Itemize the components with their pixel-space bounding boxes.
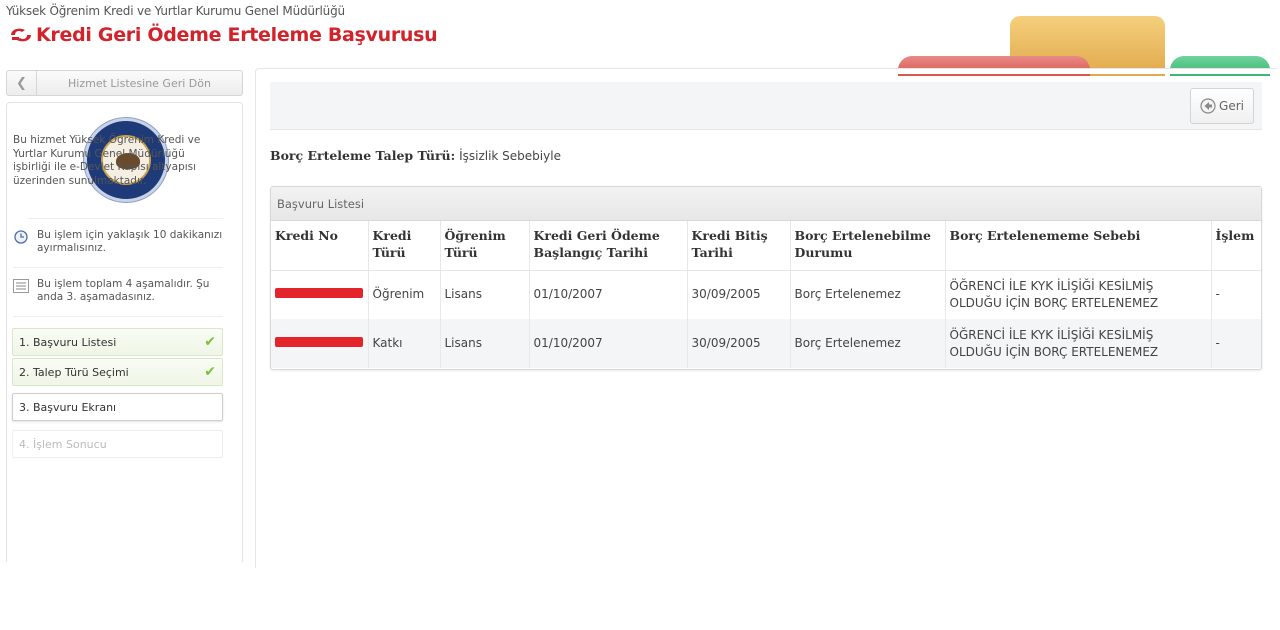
step-request-type-selection[interactable]: 2. Talep Türü Seçimi ✔ bbox=[12, 358, 223, 386]
column-header: Kredi Türü bbox=[368, 221, 441, 271]
application-list-panel: Başvuru Listesi Kredi No Kredi Türü Öğre… bbox=[270, 186, 1262, 370]
step-label: 2. Talep Türü Seçimi bbox=[19, 365, 129, 379]
back-button-label: Geri bbox=[1219, 99, 1244, 113]
step-label: 4. İşlem Sonucu bbox=[19, 437, 107, 451]
back-arrow-icon bbox=[1200, 98, 1216, 114]
toolbar: Geri bbox=[270, 82, 1262, 130]
credit-number-cell bbox=[271, 319, 369, 368]
step-application-list[interactable]: 1. Başvuru Listesi ✔ bbox=[12, 328, 223, 356]
checkmark-icon: ✔ bbox=[204, 334, 216, 350]
request-type: Borç Erteleme Talep Türü: İşsizlik Sebeb… bbox=[270, 148, 561, 163]
redaction-mark bbox=[275, 288, 363, 299]
duration-info: Bu işlem için yaklaşık 10 dakikanızı ayı… bbox=[13, 229, 223, 255]
column-header: Kredi No bbox=[271, 221, 369, 271]
organization-name: Yüksek Öğrenim Kredi ve Yurtlar Kurumu G… bbox=[6, 4, 345, 18]
table-cell: 01/10/2007 bbox=[529, 270, 688, 319]
table-header-row: Kredi No Kredi Türü Öğrenim Türü Kredi G… bbox=[271, 221, 1261, 271]
table-cell: - bbox=[1211, 319, 1261, 368]
step-application-screen: 3. Başvuru Ekranı bbox=[12, 393, 223, 421]
step-label: 1. Başvuru Listesi bbox=[19, 335, 117, 349]
table-cell: ÖĞRENCİ İLE KYK İLİŞİĞİ KESİLMİŞ OLDUĞU … bbox=[945, 270, 1212, 319]
table-cell: Borç Ertelenemez bbox=[790, 270, 946, 319]
back-to-service-list-label: Hizmet Listesine Geri Dön bbox=[68, 76, 211, 90]
request-type-value: İşsizlik Sebebiyle bbox=[459, 149, 561, 163]
page-title-text: Kredi Geri Ödeme Erteleme Başvurusu bbox=[36, 24, 438, 46]
table-cell: Öğrenim bbox=[368, 270, 441, 319]
column-header: Borç Ertelenememe Sebebi bbox=[945, 221, 1212, 271]
step-label: 3. Başvuru Ekranı bbox=[19, 400, 117, 414]
step-process-result: 4. İşlem Sonucu bbox=[12, 430, 223, 458]
table-row: Katkı Lisans 01/10/2007 30/09/2005 Borç … bbox=[271, 319, 1261, 368]
back-button[interactable]: Geri bbox=[1190, 88, 1254, 124]
table-cell: Lisans bbox=[440, 319, 530, 368]
panel-title: Başvuru Listesi bbox=[271, 187, 1261, 221]
steps-info: Bu işlem toplam 4 aşamalıdır. Şu anda 3.… bbox=[13, 278, 223, 304]
table-cell: 30/09/2005 bbox=[687, 319, 791, 368]
back-to-service-list-button[interactable]: ❮ Hizmet Listesine Geri Dön bbox=[6, 70, 243, 96]
steps-info-text: Bu işlem toplam 4 aşamalıdır. Şu anda 3.… bbox=[37, 278, 210, 303]
column-header: Borç Ertelenebilme Durumu bbox=[790, 221, 946, 271]
request-type-label: Borç Erteleme Talep Türü: bbox=[270, 148, 456, 163]
table-cell: 30/09/2005 bbox=[687, 270, 791, 319]
table-cell: ÖĞRENCİ İLE KYK İLİŞİĞİ KESİLMİŞ OLDUĞU … bbox=[945, 319, 1212, 368]
column-header: Kredi Geri Ödeme Başlangıç Tarihi bbox=[529, 221, 688, 271]
checkmark-icon: ✔ bbox=[204, 364, 216, 380]
table-cell: - bbox=[1211, 270, 1261, 319]
table-row: Öğrenim Lisans 01/10/2007 30/09/2005 Bor… bbox=[271, 270, 1261, 319]
redaction-mark bbox=[275, 337, 363, 347]
clock-icon bbox=[13, 229, 29, 245]
table-cell: 01/10/2007 bbox=[529, 319, 688, 368]
column-header: Kredi Bitiş Tarihi bbox=[687, 221, 791, 271]
page-title: Kredi Geri Ödeme Erteleme Başvurusu bbox=[8, 24, 438, 46]
credit-number-cell bbox=[271, 270, 369, 319]
list-icon bbox=[13, 278, 29, 294]
column-header: İşlem bbox=[1211, 221, 1261, 271]
table-cell: Lisans bbox=[440, 270, 530, 319]
chevron-left-icon: ❮ bbox=[7, 71, 37, 95]
column-header: Öğrenim Türü bbox=[440, 221, 530, 271]
table-cell: Katkı bbox=[368, 319, 441, 368]
edevlet-logo-icon bbox=[11, 28, 31, 42]
duration-info-text: Bu işlem için yaklaşık 10 dakikanızı ayı… bbox=[37, 229, 223, 254]
service-description: Bu hizmet Yüksek Öğrenim Kredi ve Yurtla… bbox=[13, 134, 201, 187]
application-table: Kredi No Kredi Türü Öğrenim Türü Kredi G… bbox=[271, 221, 1261, 368]
table-cell: Borç Ertelenemez bbox=[790, 319, 946, 368]
